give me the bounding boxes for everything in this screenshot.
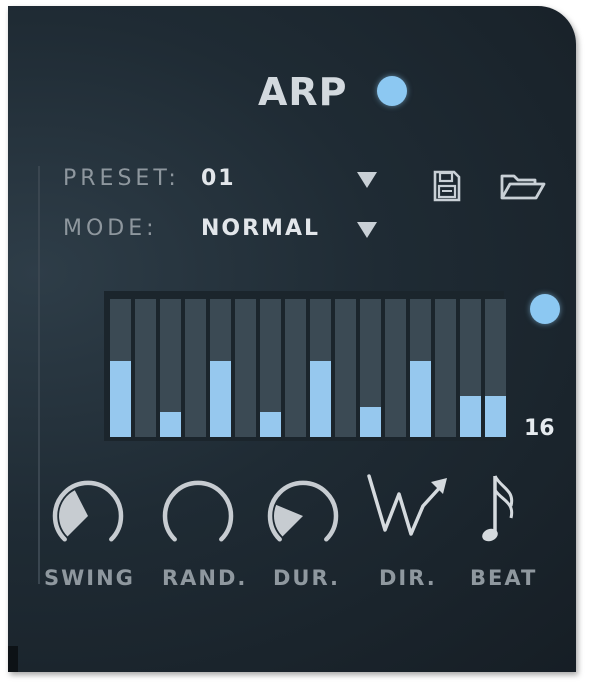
zigzag-arrow-icon[interactable] [363,472,453,552]
preset-dropdown-icon[interactable] [357,172,377,188]
mode-dropdown-icon[interactable] [357,222,377,238]
arp-panel: ARP PRESET: 01 MODE: NORMAL 16 SWING RAN… [8,6,576,672]
step-column[interactable] [460,299,481,437]
step-column[interactable] [185,299,206,437]
step-column[interactable] [485,299,506,437]
divider [38,166,40,584]
step-column[interactable] [110,299,131,437]
preset-label: PRESET: [63,166,180,191]
step-level [110,361,131,437]
step-level [260,412,281,437]
swing-label: SWING [44,566,135,590]
corner-marker [8,646,18,672]
swing-knob[interactable] [48,476,128,556]
step-column[interactable] [360,299,381,437]
arp-enable-led[interactable] [377,76,407,106]
step-count[interactable]: 16 [524,416,555,441]
step-column[interactable] [285,299,306,437]
step-level [360,407,381,437]
dur-label: DUR. [273,566,341,590]
preset-value[interactable]: 01 [201,166,236,191]
step-column[interactable] [260,299,281,437]
step-column[interactable] [135,299,156,437]
dir-label: DIR. [379,566,437,590]
dur-knob[interactable] [263,476,343,556]
step-level [460,396,481,437]
step-column[interactable] [335,299,356,437]
arp-title: ARP [258,70,348,114]
step-level [410,361,431,437]
step-level [160,412,181,437]
rand-knob[interactable] [158,476,238,556]
note-icon[interactable] [481,472,521,552]
step-grid[interactable] [104,291,506,441]
step-column[interactable] [235,299,256,437]
step-column[interactable] [210,299,231,437]
step-level [485,396,506,437]
step-column[interactable] [435,299,456,437]
step-column[interactable] [410,299,431,437]
mode-value[interactable]: NORMAL [201,216,320,241]
step-column[interactable] [160,299,181,437]
folder-open-icon[interactable] [499,171,547,203]
beat-label: BEAT [470,566,538,590]
step-level [210,361,231,437]
step-level [310,361,331,437]
step-column[interactable] [385,299,406,437]
mode-label: MODE: [63,216,158,241]
steps-led[interactable] [530,294,560,324]
rand-label: RAND. [162,566,248,590]
save-icon[interactable] [432,169,462,203]
step-column[interactable] [310,299,331,437]
